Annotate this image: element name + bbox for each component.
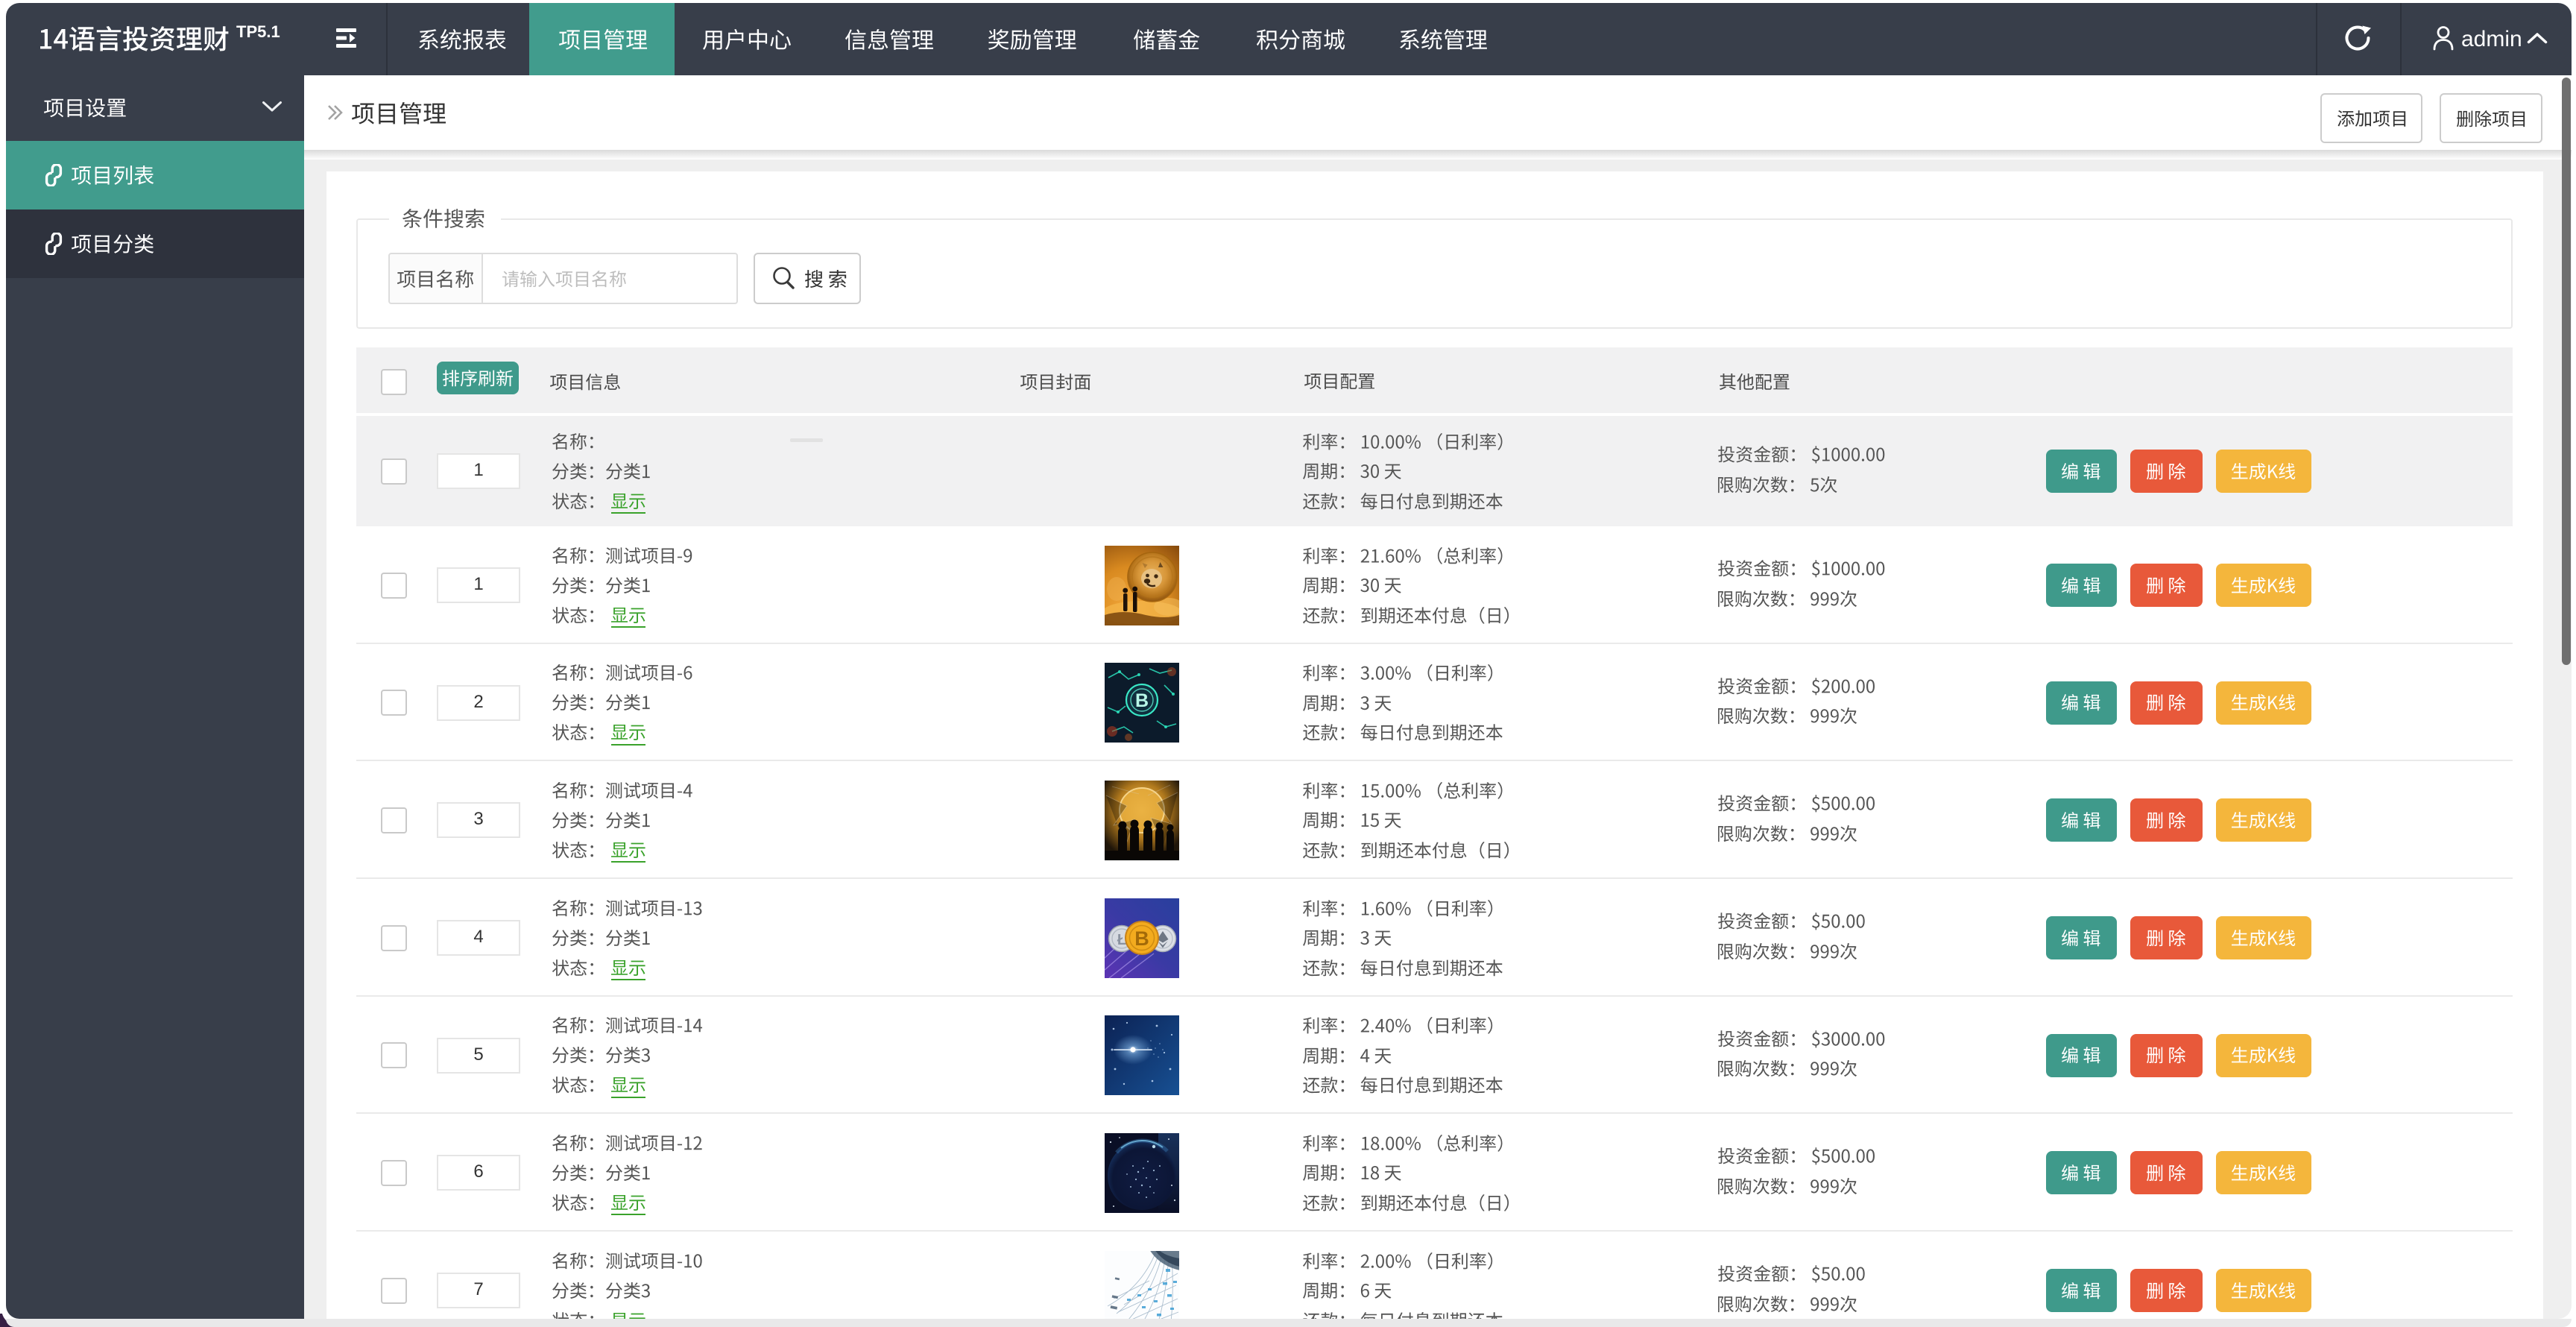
svg-text:B: B	[1134, 927, 1149, 950]
svg-text:B: B	[1135, 690, 1149, 711]
